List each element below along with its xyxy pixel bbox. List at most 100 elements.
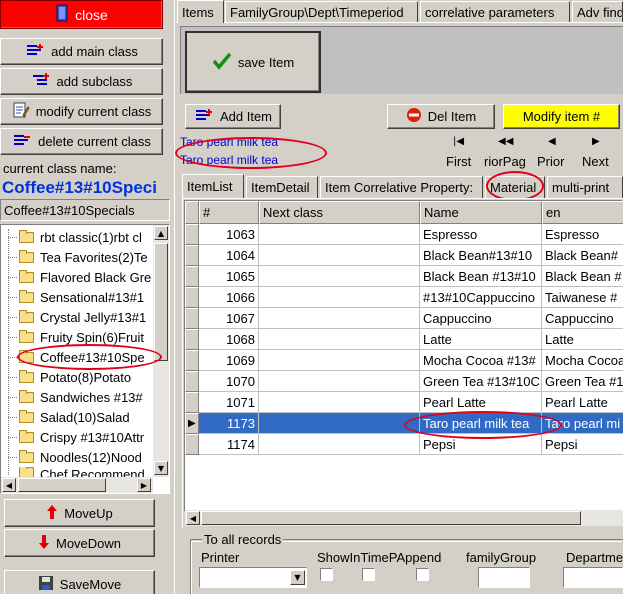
table-cell-id[interactable]: 1066 bbox=[199, 287, 259, 308]
printer-select[interactable]: ▼ bbox=[199, 567, 307, 588]
subtab-itemlist[interactable]: ItemList bbox=[182, 174, 244, 198]
tree-item[interactable]: Fruity Spin(6)Fruit bbox=[1, 327, 153, 347]
row-indicator[interactable] bbox=[185, 245, 199, 266]
table-cell-en[interactable]: Taiwanese # bbox=[542, 287, 623, 308]
tree-item[interactable]: Sensational#13#1 bbox=[1, 287, 153, 307]
close-button[interactable]: close bbox=[0, 0, 163, 29]
subtab-multi-print[interactable]: multi-print bbox=[547, 176, 623, 198]
table-cell-en[interactable]: Black Bean # bbox=[542, 266, 623, 287]
row-indicator[interactable] bbox=[185, 224, 199, 245]
table-cell-id[interactable]: 1069 bbox=[199, 350, 259, 371]
add-item-button[interactable]: Add Item bbox=[185, 104, 281, 129]
table-cell-id[interactable]: 1071 bbox=[199, 392, 259, 413]
tree-vertical-scrollbar[interactable]: ▲ ▼ bbox=[153, 225, 169, 477]
checkbox-time[interactable] bbox=[362, 568, 375, 581]
table-cell-next[interactable] bbox=[259, 371, 420, 392]
tab-items[interactable]: Items bbox=[177, 0, 224, 23]
row-indicator[interactable] bbox=[185, 434, 199, 455]
class-tree[interactable]: rbt classic(1)rbt cl Tea Favorites(2)Te … bbox=[0, 224, 170, 494]
table-cell-id[interactable]: 1070 bbox=[199, 371, 259, 392]
table-cell-name[interactable]: Black Bean#13#10 bbox=[420, 245, 542, 266]
row-indicator[interactable] bbox=[185, 266, 199, 287]
table-cell-en[interactable]: Pepsi bbox=[542, 434, 623, 455]
checkbox-show[interactable] bbox=[320, 568, 333, 581]
table-cell-name[interactable]: #13#10Cappuccino bbox=[420, 287, 542, 308]
grid-header-name[interactable]: Name bbox=[420, 201, 542, 224]
table-cell-en[interactable]: Latte bbox=[542, 329, 623, 350]
table-cell-name[interactable]: Black Bean #13#10 bbox=[420, 266, 542, 287]
scroll-thumb[interactable] bbox=[154, 243, 168, 361]
modify-item-button[interactable]: Modify item # bbox=[503, 104, 620, 129]
table-cell-name[interactable]: Mocha Cocoa #13# bbox=[420, 350, 542, 371]
table-cell-name[interactable]: Latte bbox=[420, 329, 542, 350]
dropdown-arrow-icon[interactable]: ▼ bbox=[290, 570, 305, 585]
table-cell-id[interactable]: 1174 bbox=[199, 434, 259, 455]
table-cell-next[interactable] bbox=[259, 413, 420, 434]
table-cell-en[interactable]: Green Tea #1 bbox=[542, 371, 623, 392]
table-cell-next[interactable] bbox=[259, 329, 420, 350]
row-indicator[interactable] bbox=[185, 350, 199, 371]
save-move-button[interactable]: SaveMove bbox=[4, 570, 155, 594]
tree-item[interactable]: rbt classic(1)rbt cl bbox=[1, 227, 153, 247]
row-indicator-current[interactable]: ▶ bbox=[185, 413, 199, 434]
modify-class-button[interactable]: modify current class bbox=[0, 98, 163, 125]
subtab-correlative-property[interactable]: Item Correlative Property: bbox=[320, 176, 483, 198]
tree-item[interactable]: Potato(8)Potato bbox=[1, 367, 153, 387]
table-cell-id[interactable]: 1173 bbox=[199, 413, 259, 434]
row-indicator[interactable] bbox=[185, 287, 199, 308]
tab-familygroup[interactable]: FamilyGroup\Dept\Timeperiod bbox=[225, 1, 418, 23]
table-cell-id[interactable]: 1063 bbox=[199, 224, 259, 245]
table-cell-en[interactable]: Espresso bbox=[542, 224, 623, 245]
subtab-itemdetail[interactable]: ItemDetail bbox=[246, 176, 318, 198]
row-indicator[interactable] bbox=[185, 308, 199, 329]
tree-item[interactable]: Noodles(12)Nood bbox=[1, 447, 153, 467]
grid-header-id[interactable]: # bbox=[199, 201, 259, 224]
scroll-up-arrow-icon[interactable]: ▲ bbox=[154, 226, 168, 240]
move-up-button[interactable]: MoveUp bbox=[4, 499, 155, 527]
nav-next-button[interactable]: ▶ Next bbox=[580, 136, 623, 172]
nav-prior-page-button[interactable]: ◀◀ riorPag bbox=[482, 136, 530, 172]
tree-item[interactable]: Flavored Black Gre bbox=[1, 267, 153, 287]
table-cell-name[interactable]: Taro pearl milk tea bbox=[420, 413, 542, 434]
scroll-left-arrow-icon[interactable]: ◀ bbox=[186, 511, 200, 525]
table-cell-name[interactable]: Cappuccino bbox=[420, 308, 542, 329]
nav-prior-button[interactable]: ◀ Prior bbox=[536, 136, 570, 172]
row-indicator[interactable] bbox=[185, 329, 199, 350]
item-grid[interactable]: # Next class Name en 1063 Espresso Espress… bbox=[184, 200, 623, 512]
family-group-field[interactable] bbox=[478, 567, 530, 588]
hscroll-thumb[interactable] bbox=[18, 478, 106, 492]
scroll-left-arrow-icon[interactable]: ◀ bbox=[2, 478, 16, 492]
table-cell-en[interactable]: Black Bean# bbox=[542, 245, 623, 266]
row-indicator[interactable] bbox=[185, 371, 199, 392]
table-cell-next[interactable] bbox=[259, 308, 420, 329]
table-cell-next[interactable] bbox=[259, 245, 420, 266]
delete-item-button[interactable]: Del Item bbox=[387, 104, 495, 129]
table-cell-name[interactable]: Pepsi bbox=[420, 434, 542, 455]
table-cell-name[interactable]: Green Tea #13#10C bbox=[420, 371, 542, 392]
scroll-down-arrow-icon[interactable]: ▼ bbox=[154, 461, 168, 475]
checkbox-append[interactable] bbox=[416, 568, 429, 581]
table-cell-next[interactable] bbox=[259, 392, 420, 413]
table-cell-id[interactable]: 1064 bbox=[199, 245, 259, 266]
table-cell-en[interactable]: Cappuccino bbox=[542, 308, 623, 329]
table-cell-en[interactable]: Mocha Cocoa bbox=[542, 350, 623, 371]
table-cell-id[interactable]: 1067 bbox=[199, 308, 259, 329]
department-field[interactable] bbox=[563, 567, 623, 588]
tree-item[interactable]: Sandwiches #13# bbox=[1, 387, 153, 407]
table-cell-next[interactable] bbox=[259, 350, 420, 371]
add-subclass-button[interactable]: add subclass bbox=[0, 68, 163, 95]
row-indicator[interactable] bbox=[185, 392, 199, 413]
move-down-button[interactable]: MoveDown bbox=[4, 529, 155, 557]
add-main-class-button[interactable]: add main class bbox=[0, 38, 163, 65]
table-cell-next[interactable] bbox=[259, 266, 420, 287]
grid-header-next-class[interactable]: Next class bbox=[259, 201, 420, 224]
subtab-material[interactable]: Material bbox=[485, 176, 545, 198]
tab-correlative-parameters[interactable]: correlative parameters bbox=[420, 1, 570, 23]
tree-item-selected[interactable]: Coffee#13#10Spe bbox=[1, 347, 153, 367]
table-cell-next[interactable] bbox=[259, 287, 420, 308]
delete-class-button[interactable]: delete current class bbox=[0, 128, 163, 155]
table-cell-id[interactable]: 1065 bbox=[199, 266, 259, 287]
save-item-button[interactable]: save Item bbox=[185, 31, 321, 93]
nav-first-button[interactable]: |◀ First bbox=[440, 136, 474, 172]
table-cell-id[interactable]: 1068 bbox=[199, 329, 259, 350]
